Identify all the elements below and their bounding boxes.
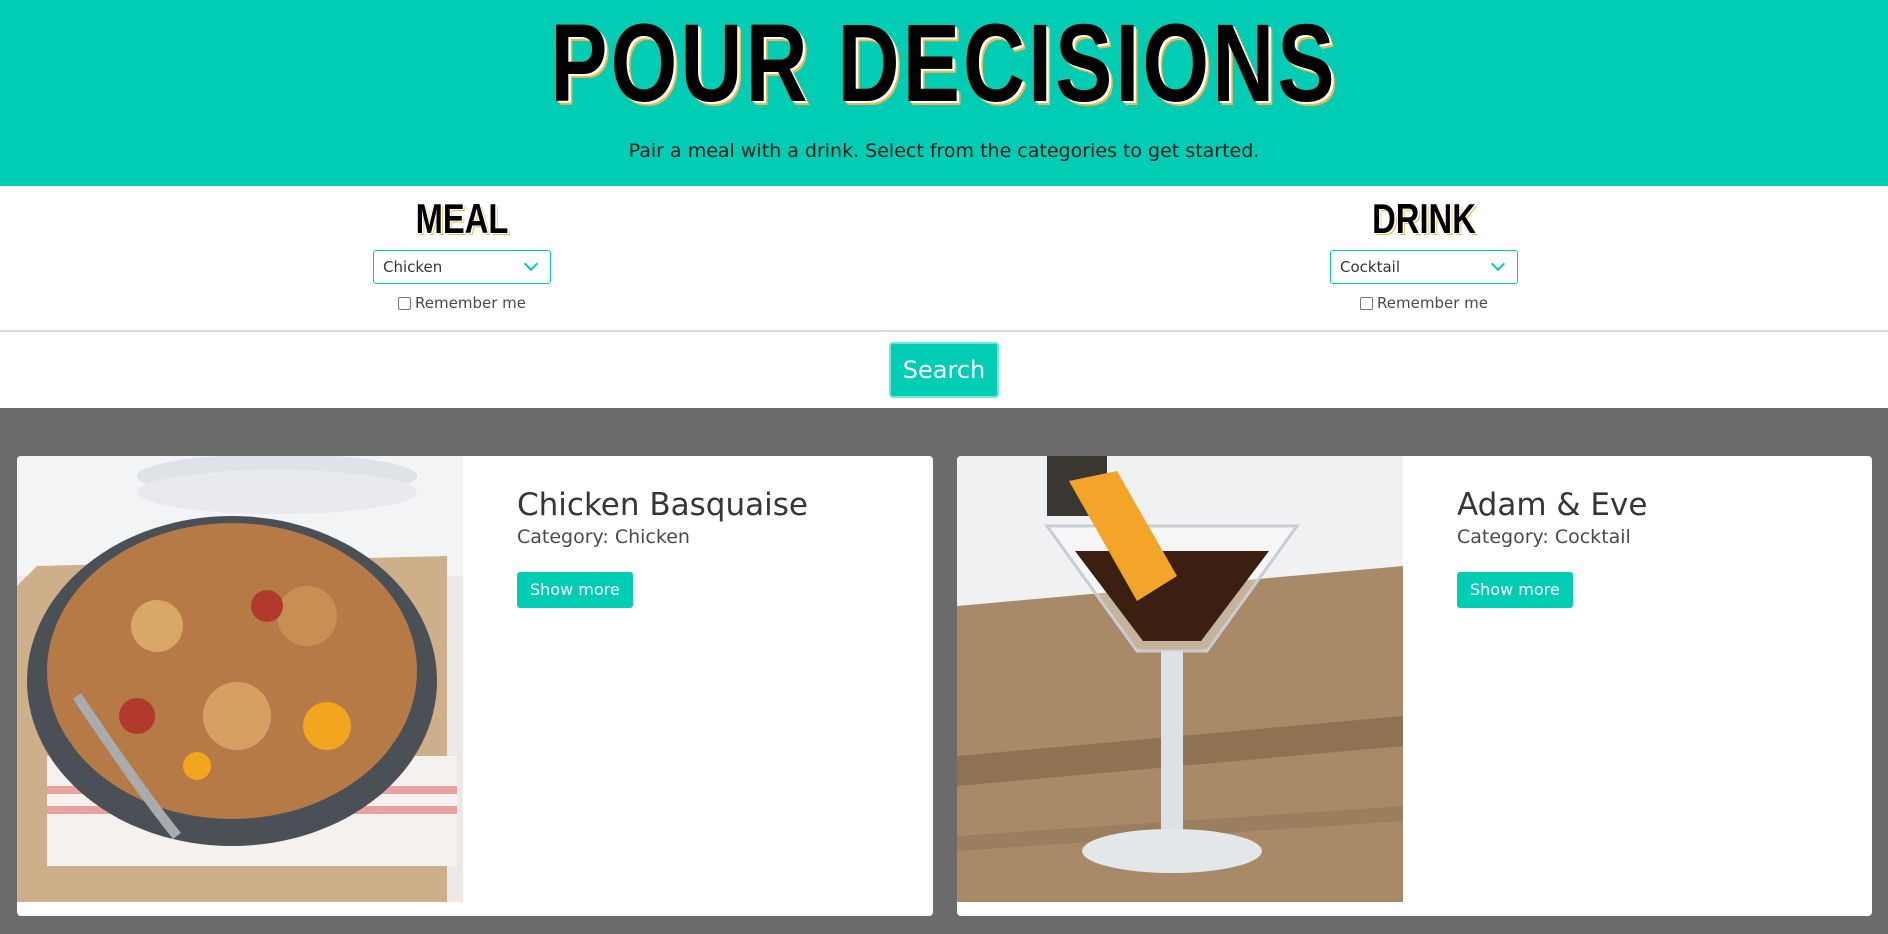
meal-select[interactable]: Chicken <box>373 250 551 284</box>
search-row: Search <box>0 332 1888 410</box>
meal-card-body: Chicken Basquaise Category: Chicken Show… <box>517 486 808 608</box>
drink-result-card: Adam & Eve Category: Cocktail Show more <box>957 456 1872 916</box>
meal-title: Chicken Basquaise <box>517 487 808 523</box>
meal-remember-checkbox[interactable] <box>398 296 412 310</box>
drink-card-body: Adam & Eve Category: Cocktail Show more <box>1457 486 1647 608</box>
drink-category: Category: Cocktail <box>1457 526 1631 548</box>
drink-remember-checkbox[interactable] <box>1360 296 1374 310</box>
drink-remember[interactable]: Remember me <box>1314 294 1534 312</box>
drink-image <box>957 456 1403 902</box>
drink-select[interactable]: Cocktail <box>1330 250 1518 284</box>
meal-category: Category: Chicken <box>517 526 690 548</box>
meal-result-card: Chicken Basquaise Category: Chicken Show… <box>17 456 933 916</box>
drink-title: Adam & Eve <box>1457 487 1648 523</box>
chevron-down-icon <box>523 256 539 272</box>
meal-label: MEAL <box>415 195 509 242</box>
search-button[interactable]: Search <box>889 342 999 398</box>
meal-show-more-button[interactable]: Show more <box>517 572 633 608</box>
chevron-down-icon <box>1490 256 1506 272</box>
drink-label: DRINK <box>1372 195 1476 242</box>
meal-column: MEAL Chicken Remember me <box>352 186 572 312</box>
hero-banner: POUR DECISIONS Pair a meal with a drink.… <box>0 0 1888 186</box>
drink-remember-label: Remember me <box>1377 294 1488 312</box>
meal-select-value: Chicken <box>383 258 443 276</box>
drink-select-value: Cocktail <box>1340 258 1400 276</box>
page-title: POUR DECISIONS <box>550 2 1338 125</box>
category-selectors: MEAL Chicken Remember me DRINK Cocktail … <box>0 186 1888 332</box>
meal-remember-label: Remember me <box>415 294 526 312</box>
page-subtitle: Pair a meal with a drink. Select from th… <box>628 140 1260 162</box>
meal-image <box>17 456 463 902</box>
results-section: Chicken Basquaise Category: Chicken Show… <box>0 408 1888 934</box>
drink-show-more-button[interactable]: Show more <box>1457 572 1573 608</box>
drink-column: DRINK Cocktail Remember me <box>1314 186 1534 312</box>
meal-remember[interactable]: Remember me <box>352 294 572 312</box>
